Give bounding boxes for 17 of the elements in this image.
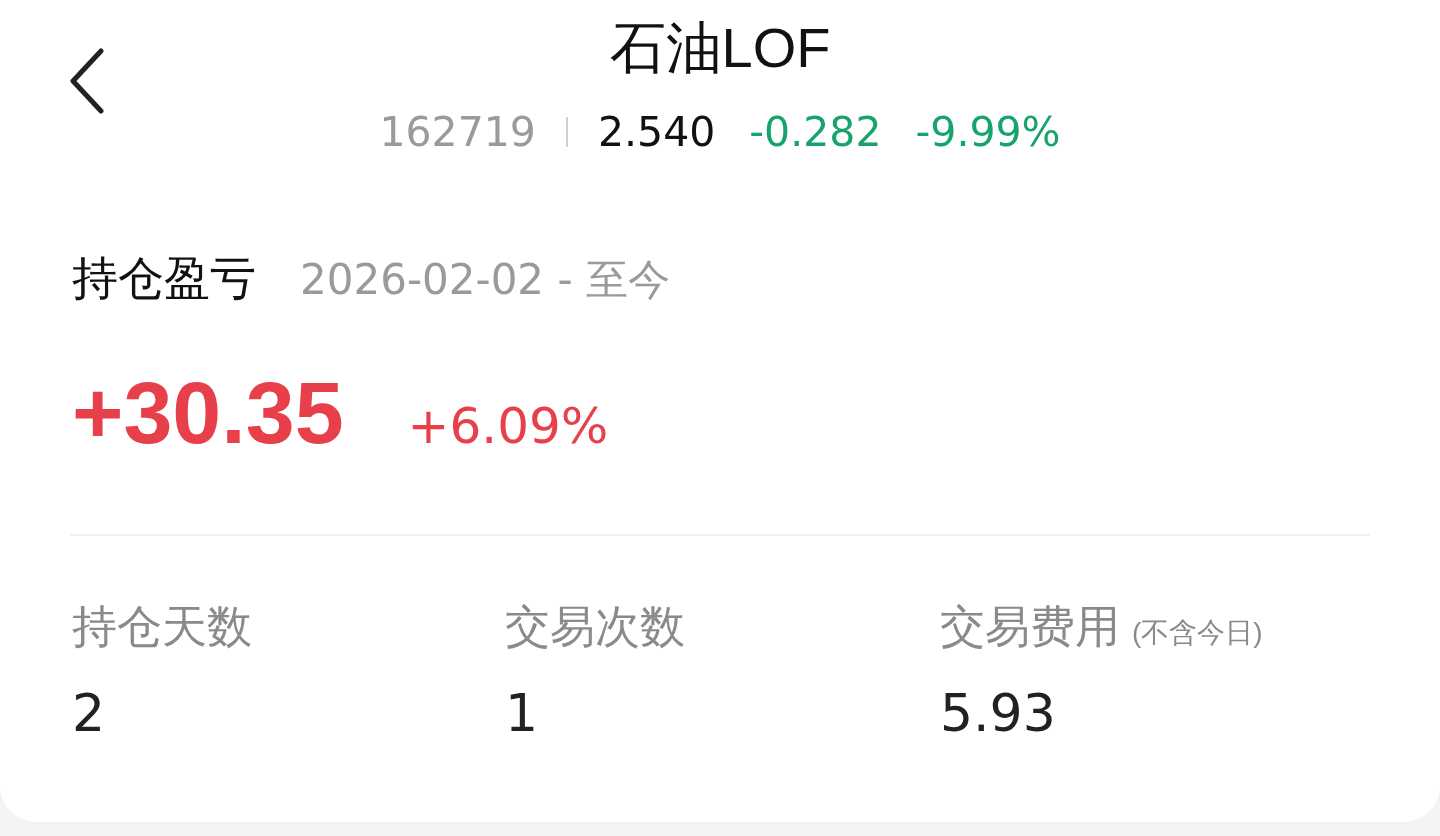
fund-title: 石油LOF: [609, 18, 831, 78]
fund-code: 162719: [379, 108, 536, 156]
stat-label: 交易次数: [505, 600, 685, 654]
period-text: 2026-02-02 - 至今: [300, 254, 670, 306]
change-percent-text: -9.99%: [915, 108, 1061, 156]
profit-amount: +30.35: [72, 370, 344, 456]
stat-label: 持仓天数: [72, 600, 252, 654]
price-text: 2.540: [597, 108, 716, 156]
section-title: 持仓盈亏: [72, 252, 256, 304]
stat-value: 2: [72, 684, 106, 742]
profit-percent: +6.09%: [407, 396, 609, 456]
stat-note: (不含今日): [1132, 616, 1263, 650]
stat-label: 交易费用: [940, 600, 1120, 654]
stat-value: 5.93: [940, 684, 1056, 742]
change-text: -0.282: [749, 108, 882, 156]
back-icon[interactable]: [69, 48, 105, 114]
stat-value: 1: [505, 684, 539, 742]
